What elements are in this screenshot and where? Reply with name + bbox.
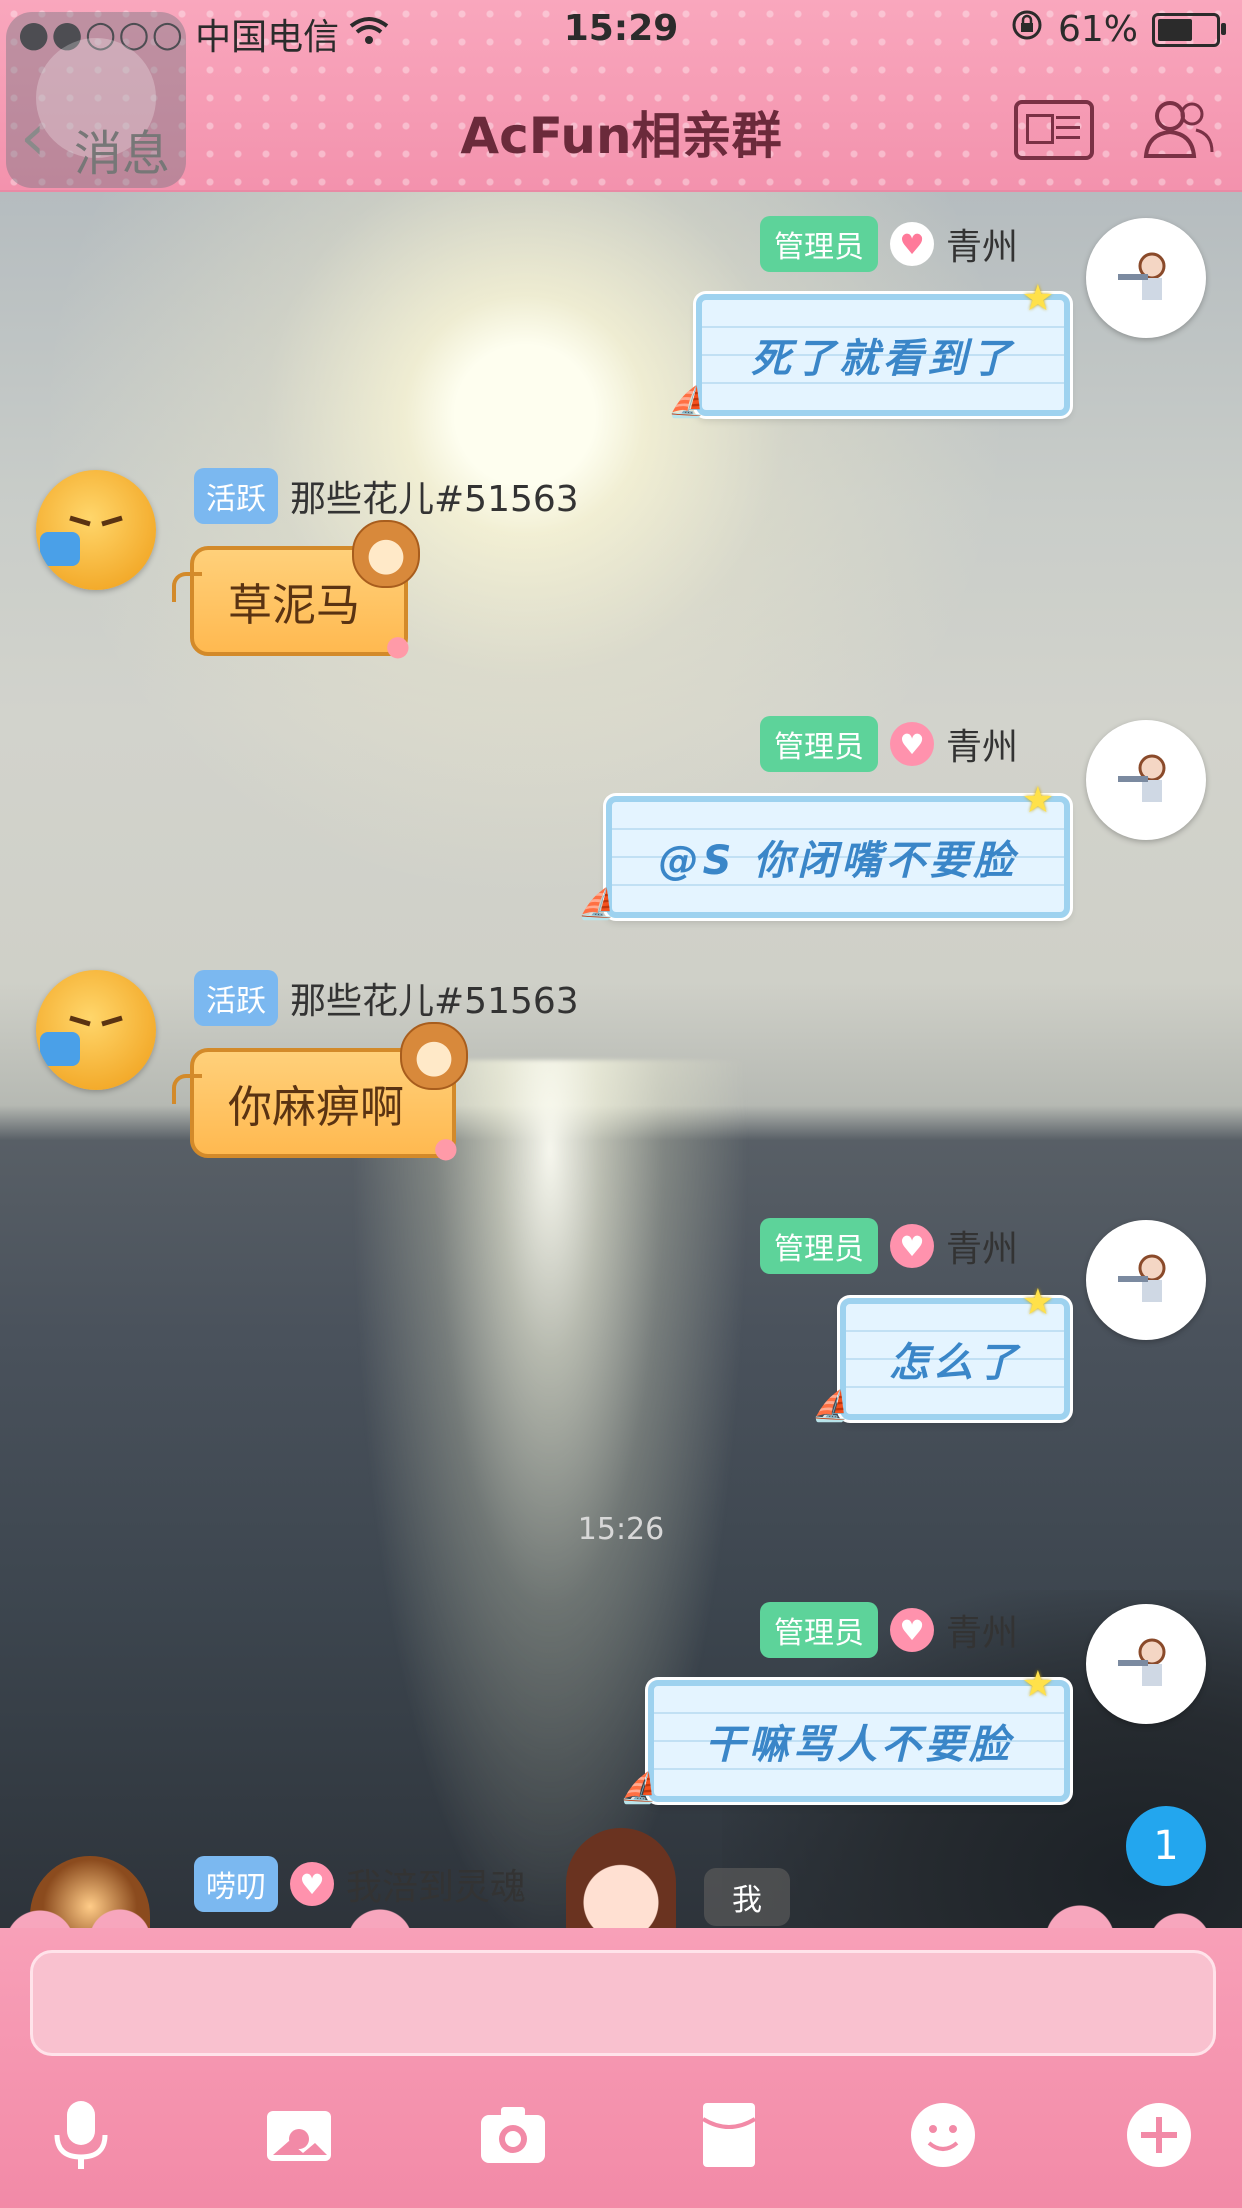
boat-icon: ⛵ <box>620 1771 662 1806</box>
boat-icon: ⛵ <box>812 1389 854 1424</box>
avatar[interactable] <box>1086 1604 1206 1724</box>
message-text: @S 你闭嘴不要脸 <box>658 838 1018 884</box>
message-bubble[interactable]: 干嘛骂人不要脸 ★ ⛵ <box>620 1664 1070 1806</box>
battery-icon <box>1152 12 1226 47</box>
peach-icon: ● <box>385 629 410 662</box>
plus-icon[interactable] <box>1114 2090 1204 2180</box>
sender-name: 青州 <box>946 227 1019 268</box>
active-badge: 活跃 <box>194 970 278 1026</box>
sender-name: 那些花儿#51563 <box>290 479 579 520</box>
message-bubble[interactable]: 你麻痹啊 ● <box>172 1022 468 1164</box>
avatar[interactable] <box>1086 720 1206 840</box>
sender-info: 活跃 那些花儿#51563 <box>194 970 579 1026</box>
sender-name: 那些花儿#51563 <box>290 981 579 1022</box>
camera-icon[interactable] <box>468 2090 558 2180</box>
message-input[interactable] <box>30 1950 1216 2056</box>
monkey-icon <box>352 520 420 588</box>
star-icon: ★ <box>1021 780 1058 821</box>
emoji-icon[interactable] <box>898 2090 988 2180</box>
status-right: 61% <box>1010 8 1226 51</box>
message-text: 死了就看到了 <box>751 336 1015 382</box>
angry-face-icon <box>40 515 123 566</box>
avatar-figure-icon <box>1118 754 1166 802</box>
message-bubble[interactable]: 死了就看到了 ★ ⛵ <box>668 278 1070 420</box>
bubble-tail <box>172 572 202 602</box>
message-text: 草泥马 <box>228 580 360 631</box>
peach-icon: ● <box>433 1131 458 1164</box>
heart-icon: ♥ <box>890 722 934 766</box>
admin-badge: 管理员 <box>760 1218 878 1274</box>
star-icon: ★ <box>1021 278 1058 319</box>
message-bubble[interactable]: 怎么了 ★ ⛵ <box>812 1282 1070 1424</box>
image-icon[interactable] <box>254 2090 344 2180</box>
sender-info: 管理员 ♥ 青州 <box>760 1218 1018 1274</box>
angry-face-icon <box>40 1015 123 1066</box>
bubble-tail <box>172 1074 202 1104</box>
timestamp: 15:26 <box>577 1512 665 1547</box>
avatar[interactable] <box>36 970 156 1090</box>
admin-badge: 管理员 <box>760 216 878 272</box>
monkey-icon <box>400 1022 468 1090</box>
active-badge: 活跃 <box>194 468 278 524</box>
message-bubble[interactable]: 草泥马 ● <box>172 520 420 662</box>
me-button[interactable]: 我 <box>704 1868 790 1926</box>
battery-percent: 61% <box>1057 9 1138 50</box>
avatar[interactable] <box>36 470 156 590</box>
avatar-figure-icon <box>1118 1638 1166 1686</box>
heart-icon: ♥ <box>890 1224 934 1268</box>
heart-icon: ♥ <box>890 222 934 266</box>
star-icon: ★ <box>1021 1282 1058 1323</box>
boat-icon: ⛵ <box>668 385 710 420</box>
red-envelope-icon[interactable] <box>684 2090 774 2180</box>
heart-icon: ♥ <box>890 1608 934 1652</box>
admin-badge: 管理员 <box>760 1602 878 1658</box>
admin-badge: 管理员 <box>760 716 878 772</box>
avatar-figure-icon <box>1118 1254 1166 1302</box>
avatar[interactable] <box>1086 1220 1206 1340</box>
unread-count-badge[interactable]: 1 <box>1126 1806 1206 1886</box>
sun-reflection <box>350 1060 750 1960</box>
message-text: 你麻痹啊 <box>228 1082 404 1133</box>
sender-name: 青州 <box>946 1229 1019 1270</box>
sender-info: 管理员 ♥ 青州 <box>760 716 1018 772</box>
avatar[interactable] <box>1086 218 1206 338</box>
message-text: 干嘛骂人不要脸 <box>705 1722 1013 1768</box>
sender-info: 管理员 ♥ 青州 <box>760 216 1018 272</box>
sender-info: 活跃 那些花儿#51563 <box>194 468 579 524</box>
boat-icon: ⛵ <box>578 887 620 922</box>
rotation-lock-icon <box>1010 8 1044 51</box>
status-bar: ●●○○○ 中国电信 15:29 61% <box>0 0 1242 60</box>
avatar-figure-icon <box>1118 252 1166 300</box>
sender-name: 青州 <box>946 1613 1019 1654</box>
sender-info: 管理员 ♥ 青州 <box>760 1602 1018 1658</box>
toolbar <box>0 2090 1242 2190</box>
message-bubble[interactable]: @S 你闭嘴不要脸 ★ ⛵ <box>578 780 1070 922</box>
group-members-icon[interactable] <box>1140 96 1216 160</box>
battery-fill <box>1158 18 1192 41</box>
message-text: 怎么了 <box>889 1340 1021 1386</box>
sender-name: 青州 <box>946 727 1019 768</box>
group-card-icon[interactable] <box>1014 100 1094 160</box>
star-icon: ★ <box>1021 1664 1058 1705</box>
microphone-icon[interactable] <box>36 2090 126 2180</box>
top-bar: ●●○○○ 中国电信 15:29 61% ‹ 消息 AcFun相亲群 <box>0 0 1242 190</box>
